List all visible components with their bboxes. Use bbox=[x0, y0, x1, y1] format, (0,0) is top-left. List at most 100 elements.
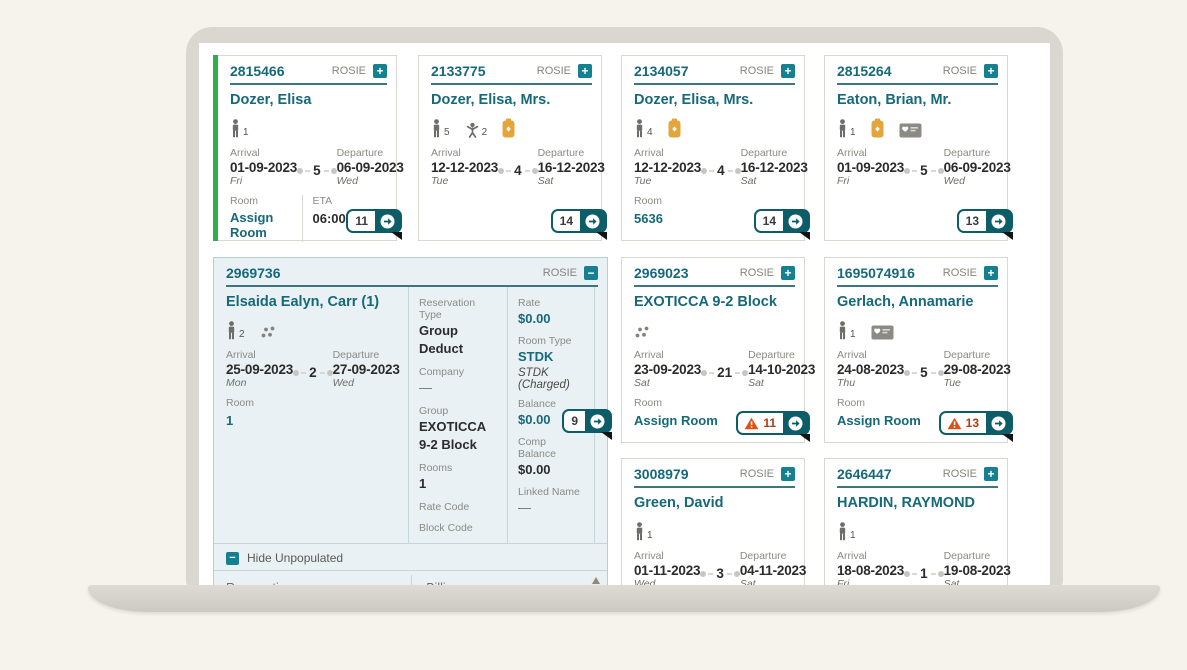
warning-icon bbox=[947, 417, 962, 430]
nights-count: 4 bbox=[514, 163, 522, 178]
notifications-badge[interactable]: 9 bbox=[562, 409, 612, 433]
room-type-charged: STDK (Charged) bbox=[518, 367, 584, 391]
departure-day: Wed bbox=[944, 175, 1011, 187]
adult-count: 4 bbox=[647, 127, 653, 138]
reservation-card[interactable]: 2969023 ROSIE + EXOTICCA 9-2 Block Arriv… bbox=[621, 257, 805, 443]
departure-date: 04-11-2023 bbox=[740, 563, 806, 578]
expand-button[interactable]: + bbox=[781, 64, 795, 78]
departure-label: Departure bbox=[740, 550, 806, 562]
guest-name[interactable]: EXOTICCA 9-2 Block bbox=[622, 287, 804, 310]
agent-label: ROSIE bbox=[332, 65, 366, 77]
agent-label: ROSIE bbox=[543, 267, 577, 279]
reservation-card-expanded[interactable]: 2969736 ROSIE − Elsaida Ealyn, Carr (1) … bbox=[213, 257, 608, 587]
open-reservation-button[interactable] bbox=[783, 211, 808, 231]
reservation-card[interactable]: 1695074916 ROSIE + Gerlach, Annamarie 1 … bbox=[824, 257, 1008, 443]
confirmation-number[interactable]: 2815466 bbox=[230, 63, 285, 79]
expand-button[interactable]: + bbox=[578, 64, 592, 78]
nights-count: 2 bbox=[309, 365, 317, 380]
collapse-button[interactable]: − bbox=[584, 266, 598, 280]
reservation-card[interactable]: 2133775 ROSIE + Dozer, Elisa, Mrs. 5 2 bbox=[418, 55, 602, 241]
confirmation-number[interactable]: 2646447 bbox=[837, 466, 892, 482]
arrival-date: 18-08-2023 bbox=[837, 563, 904, 578]
child-count: 2 bbox=[482, 127, 488, 138]
confirmation-number[interactable]: 2969023 bbox=[634, 265, 689, 281]
keycard-icon bbox=[871, 118, 884, 138]
confirmation-number[interactable]: 2815264 bbox=[837, 63, 892, 79]
open-reservation-button[interactable] bbox=[986, 211, 1011, 231]
arrow-right-icon bbox=[788, 416, 803, 431]
arrow-right-icon bbox=[788, 214, 803, 229]
guest-name[interactable]: Dozer, Elisa bbox=[214, 85, 396, 108]
guest-name[interactable]: HARDIN, RAYMOND bbox=[825, 488, 1007, 511]
badge-count: 14 bbox=[756, 214, 783, 228]
laptop-base bbox=[88, 585, 1160, 612]
adult-count: 1 bbox=[850, 530, 856, 541]
scrollbar-up-arrow[interactable] bbox=[592, 577, 600, 584]
notifications-badge[interactable]: 11 bbox=[346, 209, 402, 233]
room-label: Room bbox=[837, 397, 995, 409]
confirmation-number[interactable]: 1695074916 bbox=[837, 265, 915, 281]
reservation-card[interactable]: 2646447 ROSIE + HARDIN, RAYMOND 1 Arriva… bbox=[824, 458, 1008, 587]
expand-button[interactable]: + bbox=[984, 64, 998, 78]
agent-label: ROSIE bbox=[740, 65, 774, 77]
app-screen: 2815466 ROSIE + Dozer, Elisa 1 Arrival 0… bbox=[199, 43, 1050, 587]
nights-connector: 3 bbox=[700, 566, 740, 581]
nights-connector: 4 bbox=[701, 163, 741, 178]
adult-icon: 1 bbox=[837, 119, 856, 138]
departure-label: Departure bbox=[748, 349, 815, 361]
reservation-card[interactable]: 2134057 ROSIE + Dozer, Elisa, Mrs. 4 Arr… bbox=[621, 55, 805, 241]
room-label: Room bbox=[634, 397, 792, 409]
adult-icon: 1 bbox=[230, 119, 249, 138]
nights-connector: 5 bbox=[904, 365, 944, 380]
open-reservation-button[interactable] bbox=[986, 413, 1011, 433]
reservation-card[interactable]: 2815466 ROSIE + Dozer, Elisa 1 Arrival 0… bbox=[213, 55, 397, 241]
nights-count: 5 bbox=[313, 163, 321, 178]
hide-unpopulated-toggle[interactable]: − bbox=[226, 552, 239, 565]
confirmation-number[interactable]: 2134057 bbox=[634, 63, 689, 79]
open-reservation-button[interactable] bbox=[783, 413, 808, 433]
notifications-badge[interactable]: 14 bbox=[551, 209, 607, 233]
room-type-value[interactable]: STDK bbox=[518, 349, 553, 364]
open-reservation-button[interactable] bbox=[375, 211, 400, 231]
guest-name[interactable]: Eaton, Brian, Mr. bbox=[825, 85, 1007, 108]
reservation-card[interactable]: 2815264 ROSIE + Eaton, Brian, Mr. 1 bbox=[824, 55, 1008, 241]
confirmation-number[interactable]: 2969736 bbox=[226, 265, 281, 281]
guest-name[interactable]: Gerlach, Annamarie bbox=[825, 287, 1007, 310]
guest-name[interactable]: Dozer, Elisa, Mrs. bbox=[622, 85, 804, 108]
assign-room-link[interactable]: Assign Room bbox=[837, 413, 921, 428]
agent-label: ROSIE bbox=[740, 267, 774, 279]
adult-icon: 1 bbox=[837, 321, 856, 340]
arrow-right-icon bbox=[991, 214, 1006, 229]
confirmation-number[interactable]: 3008979 bbox=[634, 466, 689, 482]
confirmation-number[interactable]: 2133775 bbox=[431, 63, 486, 79]
expand-button[interactable]: + bbox=[984, 266, 998, 280]
linked-name-value: — bbox=[518, 500, 531, 515]
departure-label: Departure bbox=[944, 349, 1011, 361]
room-number-link[interactable]: 5636 bbox=[634, 211, 663, 226]
notifications-badge[interactable]: 13 bbox=[939, 411, 1013, 435]
nights-connector: 5 bbox=[904, 163, 944, 178]
comp-balance-label: Comp Balance bbox=[518, 436, 584, 460]
expand-button[interactable]: + bbox=[984, 467, 998, 481]
nights-connector: 1 bbox=[904, 566, 944, 581]
guest-name[interactable]: Dozer, Elisa, Mrs. bbox=[419, 85, 601, 108]
notifications-badge[interactable]: 11 bbox=[736, 411, 810, 435]
guest-name[interactable]: Green, David bbox=[622, 488, 804, 511]
departure-day: Tue bbox=[944, 377, 1011, 389]
open-reservation-button[interactable] bbox=[580, 211, 605, 231]
assign-room-link[interactable]: Assign Room bbox=[230, 210, 302, 240]
reservation-card[interactable]: 3008979 ROSIE + Green, David 1 Arrival 0… bbox=[621, 458, 805, 587]
nights-connector: 4 bbox=[498, 163, 538, 178]
room-number-link[interactable]: 1 bbox=[226, 413, 233, 428]
arrow-right-icon bbox=[585, 214, 600, 229]
open-reservation-button[interactable] bbox=[585, 411, 610, 431]
expand-button[interactable]: + bbox=[373, 64, 387, 78]
expand-button[interactable]: + bbox=[781, 467, 795, 481]
assign-room-link[interactable]: Assign Room bbox=[634, 413, 718, 428]
notifications-badge[interactable]: 13 bbox=[957, 209, 1013, 233]
expand-button[interactable]: + bbox=[781, 266, 795, 280]
badge-count: 9 bbox=[564, 414, 585, 428]
notifications-badge[interactable]: 14 bbox=[754, 209, 810, 233]
room-type-label: Room Type bbox=[518, 335, 584, 347]
guest-name[interactable]: Elsaida Ealyn, Carr (1) bbox=[214, 287, 408, 310]
